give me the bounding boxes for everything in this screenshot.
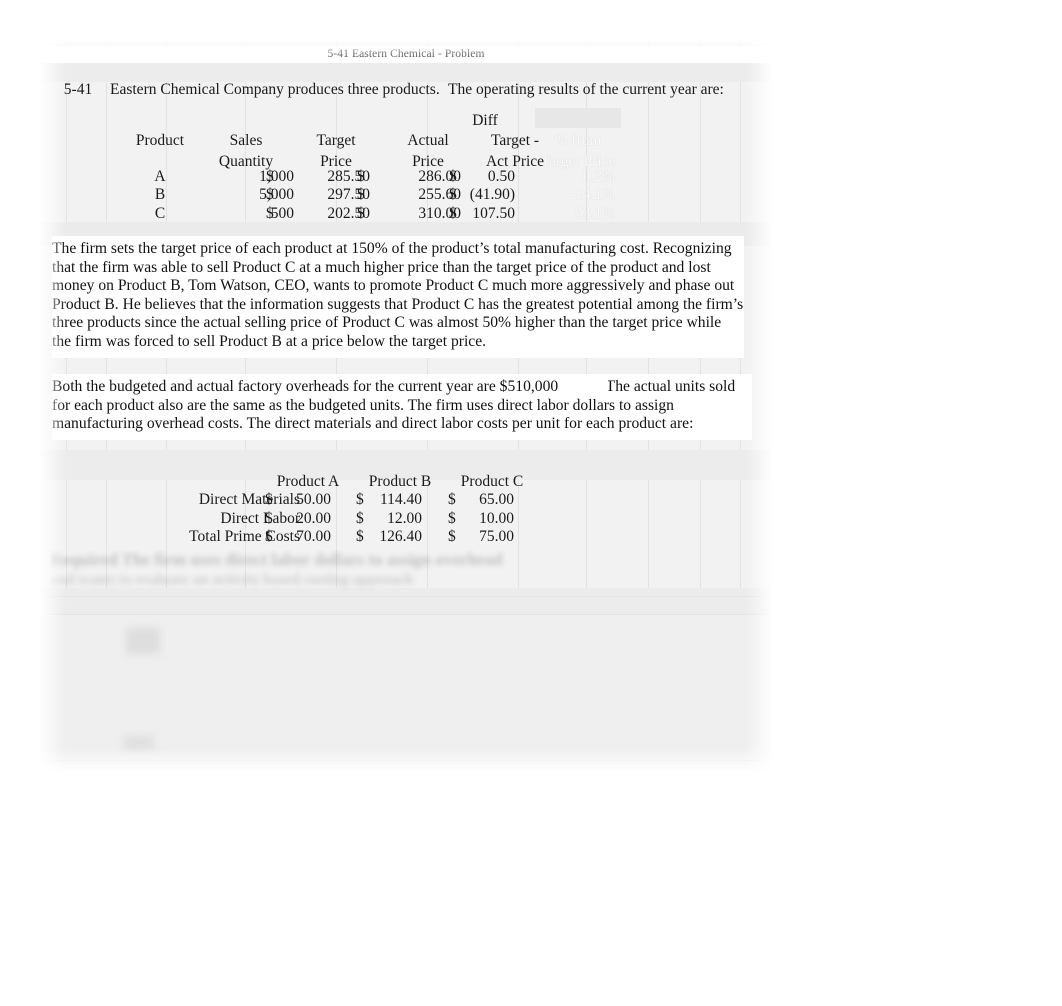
currency-symbol: $ (448, 510, 456, 527)
currency-symbol: $ (265, 528, 273, 545)
cell-tpc-product-a: 70.00 (296, 528, 331, 545)
header-diff: Diff (472, 112, 498, 129)
currency-symbol: $ (265, 491, 273, 508)
empty-grid-area (40, 614, 772, 772)
table-row: A (154, 168, 166, 185)
rule-grid-top (40, 614, 772, 615)
currency-symbol: $ (449, 205, 457, 222)
cell-dm-product-c: 65.00 (479, 491, 514, 508)
table-row: B (154, 186, 166, 203)
rule-grid-bottom (40, 760, 772, 761)
currency-symbol: $ (266, 205, 274, 222)
cell-tpc-product-c: 75.00 (479, 528, 514, 545)
cell-tpc-product-b: 126.40 (379, 528, 422, 545)
cell-dl-product-c: 10.00 (479, 510, 514, 527)
illegible-line-1: Required The firm uses direct labor doll… (50, 550, 503, 569)
narrative-paragraph-2: Both the budgeted and actual factory ove… (52, 374, 752, 440)
currency-symbol: $ (266, 186, 274, 203)
narrative-paragraph-2-part-a: Both the budgeted and actual factory ove… (52, 378, 559, 395)
col-header-target: Target (316, 132, 356, 149)
currency-symbol: $ (357, 205, 365, 222)
col-header-sales: Sales (229, 132, 263, 149)
currency-symbol: $ (356, 510, 364, 527)
narrative-paragraph-1-text: The firm sets the target price of each p… (52, 240, 744, 350)
col-header-product-b: Product B (368, 473, 432, 490)
cell-pct-from-target: 53.1% (574, 205, 615, 222)
cell-pct-from-target: -14.1% (569, 186, 615, 203)
grid-smudge-lower (124, 736, 154, 750)
narrative-paragraph-1: The firm sets the target price of each p… (52, 236, 744, 358)
page-header: 5-41 Eastern Chemical - Problem (40, 46, 772, 63)
cell-diff: 0.50 (487, 168, 515, 185)
worksheet-scan: 5-41 Eastern Chemical - Problem 5-41 Eas… (40, 40, 772, 772)
intro-text-right: The operating results of the current yea… (448, 81, 724, 98)
currency-symbol: $ (266, 168, 274, 185)
intro-text-left: Eastern Chemical Company produces three … (110, 81, 440, 98)
cell-diff: 107.50 (472, 205, 515, 222)
grid-smudge-upper (126, 628, 160, 654)
band-after-prime (40, 588, 772, 614)
col-header-product: Product (135, 132, 185, 149)
illegible-line-2: and wants to evaluate an activity based … (50, 572, 414, 588)
ghost-header-plate (535, 108, 621, 128)
col-header-product-a: Product A (276, 473, 340, 490)
rule-bottom-area (40, 596, 772, 597)
cell-sales-quantity: 5,000 (259, 186, 294, 203)
cell-diff: (41.90) (469, 186, 515, 203)
currency-symbol: $ (448, 528, 456, 545)
col-header-pct-from: % from (554, 132, 602, 149)
currency-symbol: $ (357, 186, 365, 203)
cell-dl-product-b: 12.00 (387, 510, 422, 527)
cell-dl-product-a: 20.00 (296, 510, 331, 527)
table-row: C (154, 205, 166, 222)
cell-pct-from-target: 0.2% (582, 168, 615, 185)
cell-dm-product-b: 114.40 (379, 491, 422, 508)
currency-symbol: $ (448, 491, 456, 508)
currency-symbol: $ (449, 186, 457, 203)
col-header-product-c: Product C (460, 473, 524, 490)
currency-symbol: $ (265, 510, 273, 527)
currency-symbol: $ (356, 491, 364, 508)
currency-symbol: $ (449, 168, 457, 185)
masked-cell-overlay (570, 374, 608, 394)
currency-symbol: $ (356, 528, 364, 545)
problem-number: 5-41 (63, 81, 93, 98)
band-top (40, 60, 772, 82)
cell-dm-product-a: 50.00 (296, 491, 331, 508)
cell-sales-quantity: 500 (270, 205, 294, 222)
currency-symbol: $ (357, 168, 365, 185)
cell-sales-quantity: 1,000 (259, 168, 294, 185)
